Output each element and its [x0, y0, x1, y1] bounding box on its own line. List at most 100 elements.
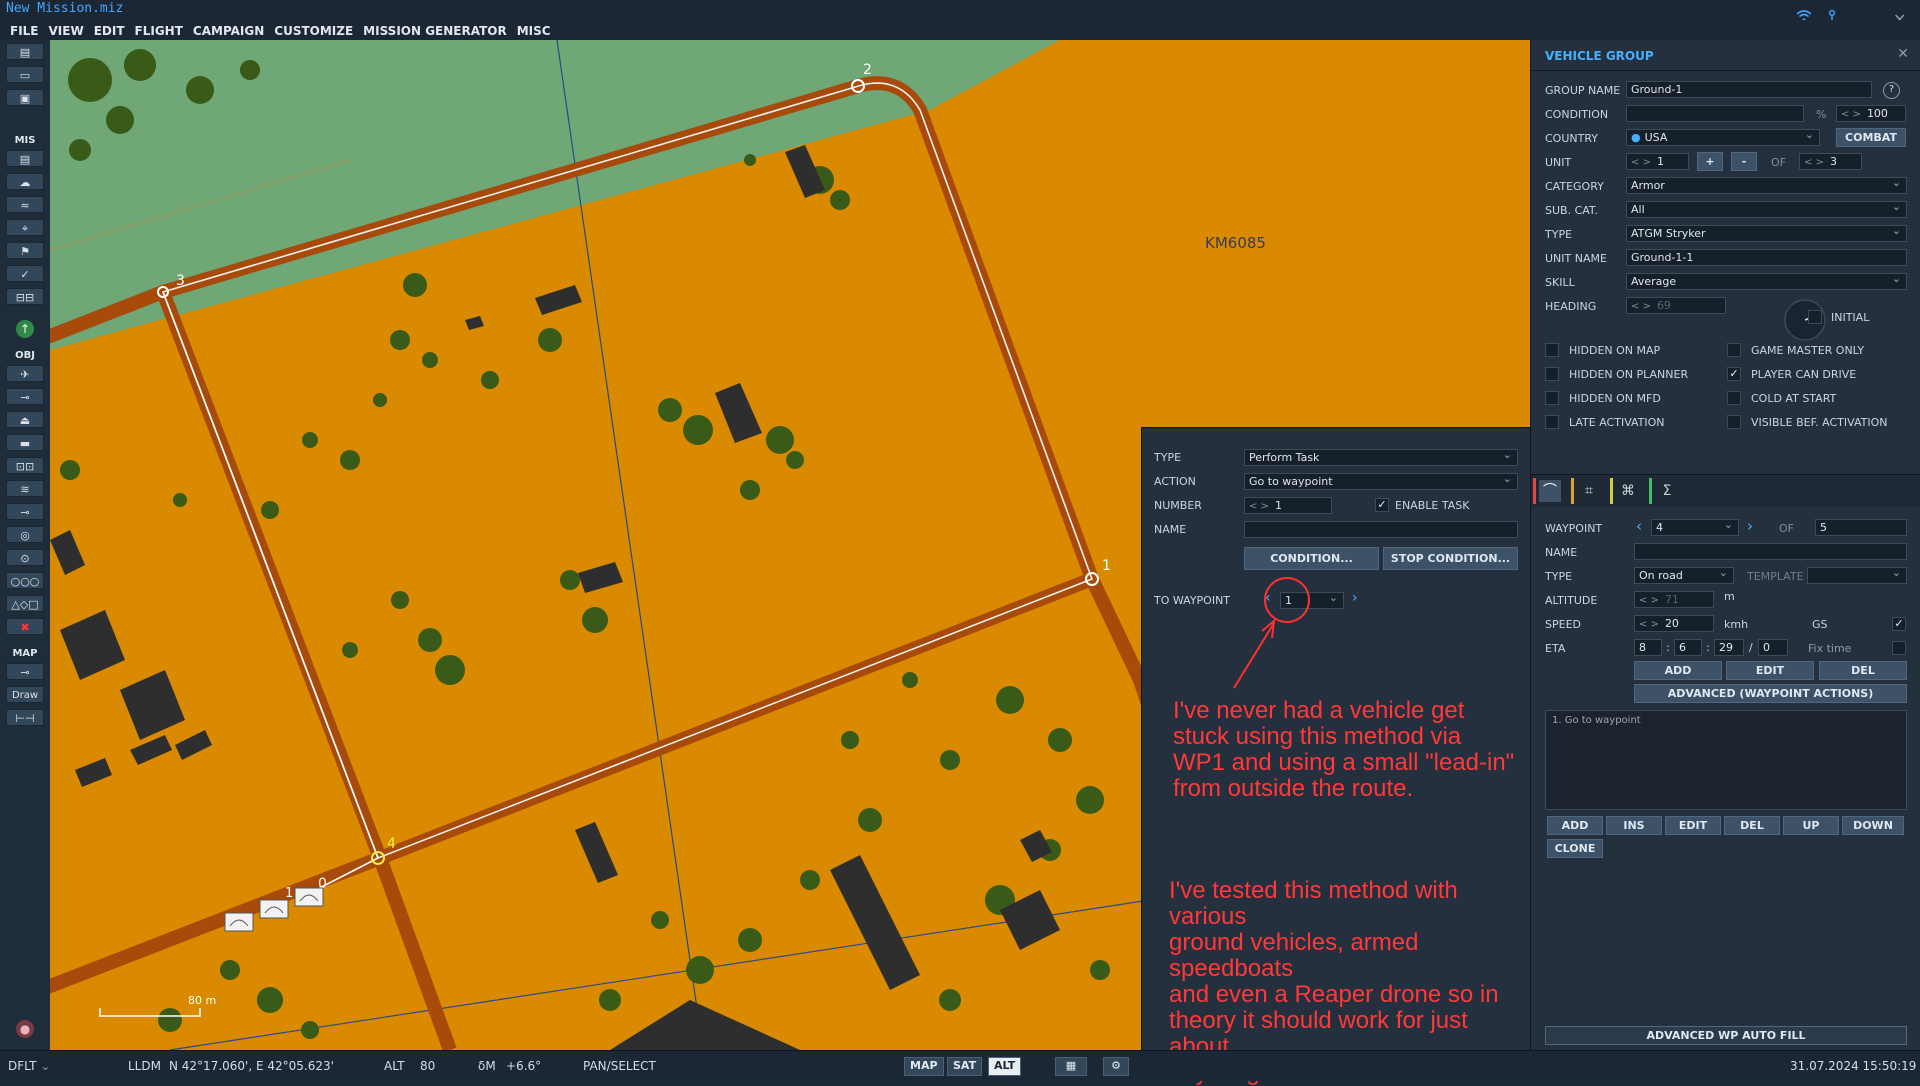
- combat-button[interactable]: COMBAT: [1836, 128, 1906, 147]
- fix-time-checkbox[interactable]: [1892, 641, 1906, 655]
- list-item[interactable]: 1. Go to waypoint: [1546, 711, 1906, 730]
- next-waypoint-icon[interactable]: ›: [1352, 590, 1358, 606]
- new-file-icon[interactable]: ▤: [6, 43, 44, 60]
- prev-waypoint-icon[interactable]: ‹: [1636, 517, 1642, 535]
- wp-type-dropdown[interactable]: On road: [1634, 567, 1734, 584]
- initial-heading-checkbox[interactable]: [1808, 310, 1822, 324]
- nav-point-icon[interactable]: ⊙: [6, 549, 44, 566]
- clone-action-button[interactable]: CLONE: [1547, 839, 1603, 858]
- record-icon[interactable]: ●: [16, 1020, 34, 1038]
- unit-name-input[interactable]: Ground-1-1: [1626, 249, 1907, 266]
- menu-edit[interactable]: EDIT: [94, 21, 125, 41]
- next-waypoint-icon[interactable]: ›: [1747, 517, 1753, 535]
- ship-icon[interactable]: ⏏: [6, 411, 44, 428]
- category-dropdown[interactable]: Armor: [1626, 177, 1907, 194]
- shapes-icon[interactable]: △◇□: [6, 595, 44, 612]
- route-icon[interactable]: ≋: [6, 480, 44, 497]
- stepper-arrows-icon[interactable]: < >: [1631, 157, 1651, 168]
- gs-checkbox[interactable]: ✓: [1892, 617, 1906, 631]
- template-dropdown[interactable]: [1807, 567, 1907, 584]
- add-unit-button[interactable]: +: [1697, 152, 1723, 171]
- flag-icon[interactable]: ⚑: [6, 242, 44, 259]
- stepper-arrows-icon[interactable]: < >: [1841, 109, 1861, 120]
- insert-action-button[interactable]: INS: [1606, 816, 1662, 835]
- menu-flight[interactable]: FLIGHT: [135, 21, 183, 41]
- add-action-button[interactable]: ADD: [1547, 816, 1603, 835]
- close-panel-icon[interactable]: ✕: [1897, 46, 1909, 62]
- map-options-icon[interactable]: ⊸: [6, 663, 44, 680]
- condition-button[interactable]: CONDITION...: [1244, 547, 1379, 570]
- edit-action-button[interactable]: EDIT: [1665, 816, 1721, 835]
- sat-mode-button[interactable]: SAT: [947, 1057, 983, 1076]
- group-icon[interactable]: ○○○: [6, 572, 44, 589]
- static-object-icon[interactable]: ⊡⊡: [6, 457, 44, 474]
- add-waypoint-button[interactable]: ADD: [1634, 661, 1722, 680]
- summary-tab-icon[interactable]: Σ: [1656, 480, 1678, 502]
- coord-mode[interactable]: LLDM: [128, 1059, 161, 1073]
- task-name-input[interactable]: [1244, 521, 1518, 538]
- coalition-icon[interactable]: ⊟⊟: [6, 288, 44, 305]
- helicopter-icon[interactable]: ⊸: [6, 388, 44, 405]
- task-number-input[interactable]: < >1: [1244, 497, 1332, 514]
- waypoint-dropdown[interactable]: 4: [1651, 519, 1739, 536]
- target-icon[interactable]: ◎: [6, 526, 44, 543]
- late-activation-checkbox[interactable]: [1545, 415, 1559, 429]
- move-down-button[interactable]: DOWN: [1842, 816, 1904, 835]
- eta-minutes-input[interactable]: 6: [1674, 639, 1702, 656]
- payload-tab-icon[interactable]: ⌘: [1617, 480, 1639, 502]
- airfield-icon[interactable]: ⊸: [6, 503, 44, 520]
- hidden-on-mfd-checkbox[interactable]: [1545, 391, 1559, 405]
- enable-task-checkbox[interactable]: ✓: [1375, 498, 1389, 512]
- triggers-zone-icon[interactable]: ⌖: [6, 219, 44, 236]
- profile-dropdown[interactable]: DFLT ⌄: [8, 1059, 50, 1073]
- stepper-arrows-icon[interactable]: < >: [1639, 619, 1659, 630]
- draw-button[interactable]: Draw: [6, 686, 44, 703]
- stepper-arrows-icon[interactable]: < >: [1631, 301, 1651, 312]
- hidden-on-map-checkbox[interactable]: [1545, 343, 1559, 357]
- menu-campaign[interactable]: CAMPAIGN: [193, 21, 264, 41]
- delete-action-button[interactable]: DEL: [1724, 816, 1780, 835]
- stop-condition-button[interactable]: STOP CONDITION...: [1383, 547, 1518, 570]
- menu-customize[interactable]: CUSTOMIZE: [274, 21, 353, 41]
- target-tab-icon[interactable]: ⌗: [1578, 480, 1600, 502]
- move-up-button[interactable]: UP: [1783, 816, 1839, 835]
- up-arrow-icon[interactable]: ↑: [16, 320, 34, 338]
- ground-vehicle-icon[interactable]: ▬: [6, 434, 44, 451]
- skill-dropdown[interactable]: Average: [1626, 273, 1907, 290]
- game-master-only-checkbox[interactable]: [1727, 343, 1741, 357]
- eta-days-input[interactable]: 0: [1758, 639, 1788, 656]
- cold-at-start-checkbox[interactable]: [1727, 391, 1741, 405]
- unit-input[interactable]: < >1: [1626, 153, 1689, 170]
- unit-total-input[interactable]: < >3: [1799, 153, 1862, 170]
- task-type-dropdown[interactable]: Perform Task: [1244, 449, 1518, 466]
- advanced-wp-auto-fill-button[interactable]: ADVANCED WP AUTO FILL: [1545, 1026, 1907, 1045]
- group-name-input[interactable]: Ground-1: [1626, 81, 1872, 98]
- settings-gear-icon[interactable]: ⚙: [1103, 1057, 1129, 1076]
- open-folder-icon[interactable]: ▭: [6, 66, 44, 83]
- menu-mission-generator[interactable]: MISSION GENERATOR: [363, 21, 507, 41]
- stepper-arrows-icon[interactable]: < >: [1249, 501, 1269, 512]
- player-can-drive-checkbox[interactable]: ✓: [1727, 367, 1741, 381]
- menu-view[interactable]: VIEW: [49, 21, 84, 41]
- country-dropdown[interactable]: ● USA: [1626, 129, 1820, 146]
- delete-icon[interactable]: ✖: [6, 618, 44, 635]
- condition-input[interactable]: [1626, 105, 1804, 122]
- help-icon[interactable]: ?: [1883, 82, 1900, 99]
- menu-misc[interactable]: MISC: [517, 21, 551, 41]
- failures-icon[interactable]: ≈: [6, 196, 44, 213]
- condition-value-input[interactable]: < >100: [1836, 105, 1906, 122]
- stepper-arrows-icon[interactable]: < >: [1639, 595, 1659, 606]
- advanced-waypoint-actions-button[interactable]: ADVANCED (WAYPOINT ACTIONS): [1634, 684, 1907, 703]
- aircraft-icon[interactable]: ✈: [6, 365, 44, 382]
- save-icon[interactable]: ▣: [6, 89, 44, 106]
- menu-file[interactable]: FILE: [10, 21, 39, 41]
- altitude-input[interactable]: < >71: [1634, 591, 1714, 608]
- weather-icon[interactable]: ☁: [6, 173, 44, 190]
- map-mode-button[interactable]: MAP: [904, 1057, 944, 1076]
- subcategory-dropdown[interactable]: All: [1626, 201, 1907, 218]
- delete-waypoint-button[interactable]: DEL: [1819, 661, 1907, 680]
- visible-before-activation-checkbox[interactable]: [1727, 415, 1741, 429]
- ruler-icon[interactable]: ⊢⊣: [6, 709, 44, 726]
- alt-mode-button[interactable]: ALT: [988, 1057, 1022, 1076]
- checkmark-icon[interactable]: ✓: [6, 265, 44, 282]
